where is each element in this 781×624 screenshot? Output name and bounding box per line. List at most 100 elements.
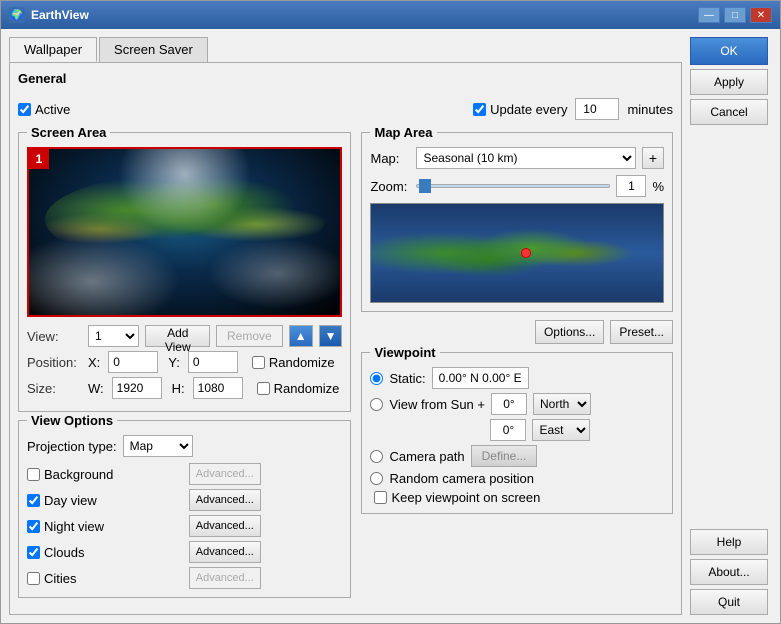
zoom-slider[interactable]: [416, 184, 610, 188]
screen-area-header: Screen Area: [27, 125, 110, 140]
zoom-row: Zoom: %: [370, 175, 664, 197]
active-checkbox-label[interactable]: Active: [18, 102, 70, 117]
general-row: Active Update every minutes: [18, 92, 673, 124]
keep-viewpoint-label[interactable]: Keep viewpoint on screen: [374, 490, 540, 505]
maximize-button[interactable]: □: [724, 7, 746, 23]
about-button[interactable]: About...: [690, 559, 768, 585]
minutes-label: minutes: [627, 102, 673, 117]
apply-button[interactable]: Apply: [690, 69, 768, 95]
randomize-pos-checkbox[interactable]: [252, 356, 265, 369]
remove-button[interactable]: Remove: [216, 325, 283, 347]
window-controls: — □ ✕: [698, 7, 772, 23]
randomize-size-label[interactable]: Randomize: [257, 381, 340, 396]
projection-row: Projection type: Map Globe: [27, 435, 342, 457]
map-preview: [370, 203, 664, 303]
randomize-size-checkbox[interactable]: [257, 382, 270, 395]
viewfromsun-radio[interactable]: [370, 398, 383, 411]
minimize-button[interactable]: —: [698, 7, 720, 23]
random-row: Random camera position: [370, 471, 664, 486]
update-checkbox[interactable]: [473, 103, 486, 116]
nightview-advanced-cell: Advanced...: [189, 515, 343, 537]
north-select[interactable]: North South: [533, 393, 591, 415]
two-column-layout: Screen Area 1 View: 1 A: [18, 132, 673, 606]
dayview-checkbox-label[interactable]: Day view: [27, 493, 97, 508]
cities-checkbox[interactable]: [27, 572, 40, 585]
view-options-section: View Options Projection type: Map Globe: [18, 420, 351, 598]
map-select[interactable]: Seasonal (10 km) Blue Marble MODIS: [416, 147, 636, 169]
tab-bar: Wallpaper Screen Saver: [9, 37, 682, 62]
keep-viewpoint-checkbox[interactable]: [374, 491, 387, 504]
nav-down-button[interactable]: ▼: [319, 325, 343, 347]
options-preset-row: Options... Preset...: [361, 320, 673, 344]
map-area-header: Map Area: [370, 125, 436, 140]
zoom-value-input[interactable]: [616, 175, 646, 197]
background-row: Background: [27, 463, 181, 485]
static-radio[interactable]: [370, 372, 383, 385]
projection-select[interactable]: Map Globe: [123, 435, 193, 457]
camerapath-label: Camera path: [389, 449, 464, 464]
clouds-advanced-button[interactable]: Advanced...: [189, 541, 261, 563]
view-row: View: 1 Add View Remove ▲ ▼: [27, 325, 342, 347]
map-select-row: Map: Seasonal (10 km) Blue Marble MODIS …: [370, 147, 664, 169]
y-input[interactable]: [188, 351, 238, 373]
viewfromsun-label: View from Sun +: [389, 397, 485, 412]
preset-button[interactable]: Preset...: [610, 320, 673, 344]
dayview-checkbox[interactable]: [27, 494, 40, 507]
screen-preview: 1: [27, 147, 342, 317]
options-button[interactable]: Options...: [535, 320, 604, 344]
nightview-checkbox-label[interactable]: Night view: [27, 519, 104, 534]
east-select[interactable]: East West: [532, 419, 590, 441]
background-checkbox-label[interactable]: Background: [27, 467, 113, 482]
background-checkbox[interactable]: [27, 468, 40, 481]
window-title: EarthView: [31, 8, 698, 22]
close-button[interactable]: ✕: [750, 7, 772, 23]
cancel-button[interactable]: Cancel: [690, 99, 768, 125]
viewfromsun-degree-input[interactable]: [491, 393, 527, 415]
cities-checkbox-label[interactable]: Cities: [27, 571, 77, 586]
update-value-input[interactable]: [575, 98, 619, 120]
nightview-checkbox[interactable]: [27, 520, 40, 533]
clouds-row: Clouds: [27, 541, 181, 563]
random-radio[interactable]: [370, 472, 383, 485]
randomize-pos-label[interactable]: Randomize: [252, 355, 335, 370]
left-column: Screen Area 1 View: 1 A: [18, 132, 351, 606]
general-section: General Active Update every: [18, 71, 673, 124]
view-options-grid: Background Advanced...: [27, 463, 342, 589]
define-button[interactable]: Define...: [471, 445, 538, 467]
main-content: Wallpaper Screen Saver General Active: [9, 37, 682, 615]
clouds-advanced-cell: Advanced...: [189, 541, 343, 563]
right-panel: OK Apply Cancel Help About... Quit: [690, 37, 772, 615]
h-label: H:: [172, 381, 185, 396]
size-row: Size: W: H: Randomize: [27, 377, 342, 399]
cities-advanced-button[interactable]: Advanced...: [189, 567, 261, 589]
nav-up-button[interactable]: ▲: [289, 325, 313, 347]
update-checkbox-label[interactable]: Update every: [473, 102, 567, 117]
position-row: Position: X: Y: Randomize: [27, 351, 342, 373]
background-advanced-button[interactable]: Advanced...: [189, 463, 261, 485]
add-view-button[interactable]: Add View: [145, 325, 210, 347]
percent-label: %: [652, 179, 664, 194]
cities-row: Cities: [27, 567, 181, 589]
quit-button[interactable]: Quit: [690, 589, 768, 615]
ok-button[interactable]: OK: [690, 37, 768, 65]
help-button[interactable]: Help: [690, 529, 768, 555]
clouds-checkbox[interactable]: [27, 546, 40, 559]
map-add-button[interactable]: +: [642, 147, 664, 169]
camerapath-radio[interactable]: [370, 450, 383, 463]
h-input[interactable]: [193, 377, 243, 399]
w-input[interactable]: [112, 377, 162, 399]
x-input[interactable]: [108, 351, 158, 373]
tab-wallpaper[interactable]: Wallpaper: [9, 37, 97, 62]
view-select[interactable]: 1: [88, 325, 139, 347]
tab-content: General Active Update every: [9, 62, 682, 615]
static-coords: 0.00° N 0.00° E: [432, 367, 529, 389]
nightview-advanced-button[interactable]: Advanced...: [189, 515, 261, 537]
update-spinbox: [575, 98, 619, 120]
active-checkbox[interactable]: [18, 103, 31, 116]
random-label: Random camera position: [389, 471, 534, 486]
map-location-dot: [521, 248, 531, 258]
dayview-advanced-button[interactable]: Advanced...: [189, 489, 261, 511]
clouds-checkbox-label[interactable]: Clouds: [27, 545, 84, 560]
tab-screensaver[interactable]: Screen Saver: [99, 37, 208, 62]
east-degree-input[interactable]: [490, 419, 526, 441]
